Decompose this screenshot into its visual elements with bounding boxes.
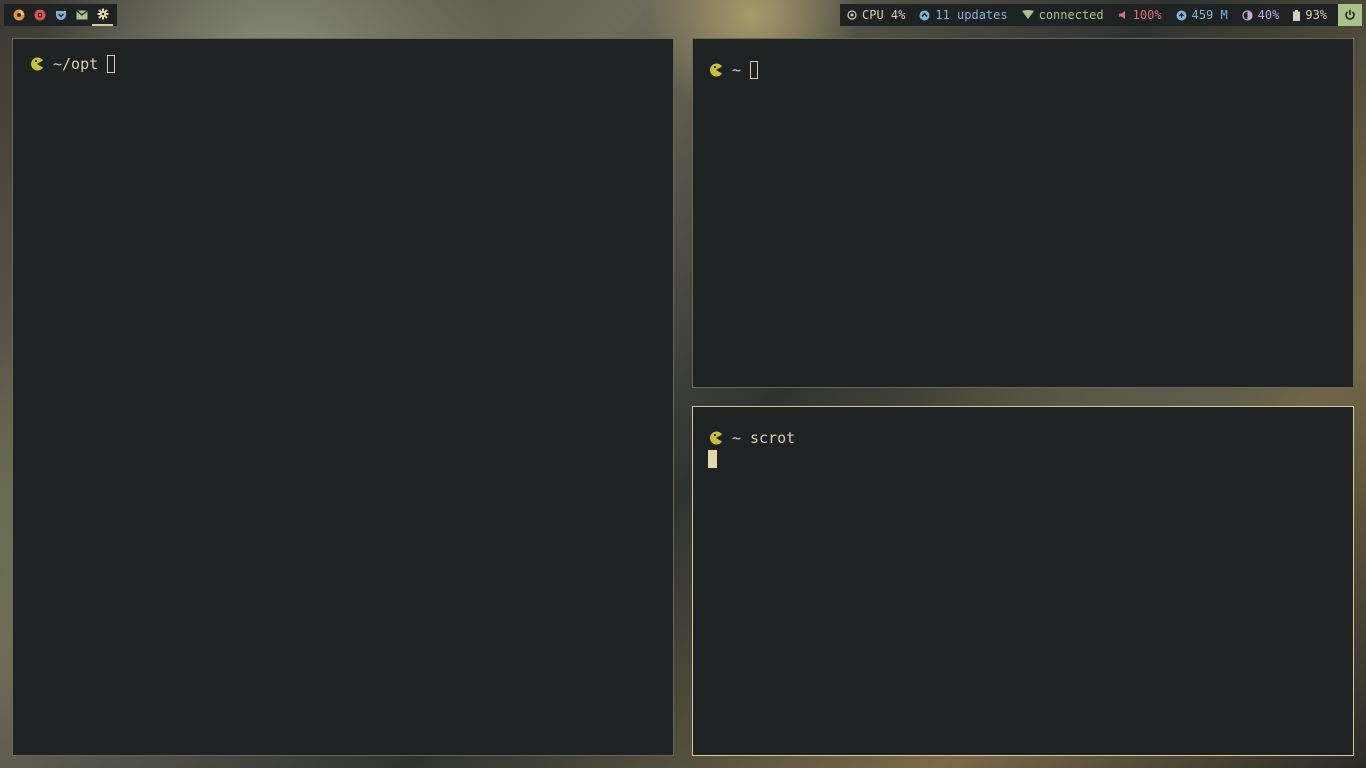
volume-indicator[interactable]: 100% [1111,4,1169,26]
text-cursor [750,61,759,79]
prompt-directory: ~ [732,429,742,447]
memory-icon [1176,10,1187,20]
cpu-icon [847,10,857,20]
settings-icon[interactable] [92,4,113,26]
brightness-icon [1242,9,1253,21]
power-icon [1345,9,1355,20]
cpu-indicator[interactable]: CPU 4% [840,4,912,26]
app-launcher-bar [4,4,117,26]
wifi-icon [1021,10,1034,19]
volume-text: 100% [1132,8,1162,22]
memory-text: 459 M [1191,8,1228,22]
status-bar: CPU 4% 11 updates connected 100% 459 M 4… [840,4,1362,26]
terminal-top-right[interactable]: ~ [692,38,1354,388]
updates-indicator[interactable]: 11 updates [912,4,1014,26]
text-cursor [708,450,717,468]
prompt-directory: ~/opt [53,55,99,73]
battery-text: 93% [1305,8,1328,22]
terminal-bottom-right[interactable]: ~ scrot [692,406,1354,756]
arrow-up-circle-icon [919,10,930,20]
power-button[interactable] [1338,4,1362,26]
terminal-left[interactable]: ~/opt [12,38,674,756]
pacman-prompt-icon [710,63,722,77]
mail-icon[interactable] [71,4,92,26]
pacman-prompt-icon [31,57,43,71]
text-cursor [107,55,116,73]
prompt-line: ~ [709,61,759,79]
pacman-prompt-icon [710,431,722,445]
prompt-command: scrot [750,429,796,447]
memory-indicator[interactable]: 459 M [1169,4,1235,26]
network-text: connected [1038,8,1104,22]
network-indicator[interactable]: connected [1015,4,1111,26]
prompt-line: ~ scrot [709,429,795,447]
battery-indicator[interactable]: 93% [1286,4,1334,26]
speaker-icon [1118,11,1125,19]
pocket-icon[interactable] [50,4,71,26]
battery-icon [1293,9,1301,21]
prompt-directory: ~ [732,61,742,79]
brightness-indicator[interactable]: 40% [1235,4,1287,26]
updates-text: 11 updates [935,8,1008,22]
cpu-text: CPU 4% [862,8,906,22]
prompt-line: ~/opt [30,55,116,73]
firefox-icon[interactable] [8,4,29,26]
chrome-icon[interactable] [29,4,50,26]
brightness-text: 40% [1257,8,1280,22]
